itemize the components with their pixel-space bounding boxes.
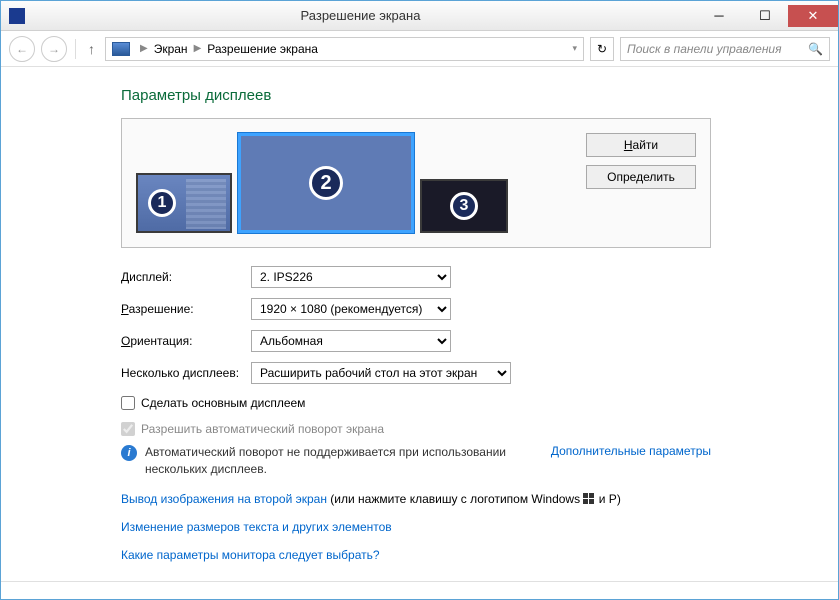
refresh-button[interactable]: ↻ bbox=[590, 37, 614, 61]
advanced-settings-link[interactable]: Дополнительные параметры bbox=[551, 444, 711, 458]
window-title: Разрешение экрана bbox=[25, 8, 696, 23]
windows-logo-icon bbox=[583, 493, 595, 505]
monitor-1[interactable]: 1 bbox=[136, 173, 232, 233]
orientation-select[interactable]: Альбомная bbox=[251, 330, 451, 352]
chevron-right-icon: ▶ bbox=[194, 43, 202, 54]
resolution-select[interactable]: 1920 × 1080 (рекомендуется) bbox=[251, 298, 451, 320]
make-primary-checkbox[interactable] bbox=[121, 396, 135, 410]
auto-rotate-checkbox bbox=[121, 422, 135, 436]
make-primary-label: Сделать основным дисплеем bbox=[141, 396, 305, 410]
project-tail: (или нажмите клавишу с логотипом Windows bbox=[327, 492, 583, 506]
display-label: Дисплей: bbox=[121, 270, 251, 284]
breadcrumb-item[interactable]: Разрешение экрана bbox=[207, 42, 318, 56]
identify-button[interactable]: Определить bbox=[586, 165, 696, 189]
display-icon bbox=[112, 42, 130, 56]
which-monitor-link[interactable]: Какие параметры монитора следует выбрать… bbox=[121, 548, 380, 562]
close-button[interactable]: ✕ bbox=[788, 5, 838, 27]
monitor-number: 2 bbox=[309, 166, 343, 200]
up-button[interactable]: ↑ bbox=[84, 41, 99, 57]
footer bbox=[1, 581, 838, 599]
page-heading: Параметры дисплеев bbox=[121, 87, 838, 104]
display-select[interactable]: 2. IPS226 bbox=[251, 266, 451, 288]
breadcrumb[interactable]: ▶ Экран ▶ Разрешение экрана ▾ bbox=[105, 37, 584, 61]
text-size-link[interactable]: Изменение размеров текста и других элеме… bbox=[121, 520, 392, 534]
info-message: Автоматический поворот не поддерживается… bbox=[145, 444, 543, 478]
chevron-right-icon: ▶ bbox=[140, 43, 148, 54]
monitor-3[interactable]: 3 bbox=[420, 179, 508, 233]
breadcrumb-item[interactable]: Экран bbox=[154, 42, 188, 56]
forward-button[interactable]: → bbox=[41, 36, 67, 62]
search-input[interactable] bbox=[627, 42, 808, 56]
monitor-2-selected[interactable]: 2 bbox=[238, 133, 414, 233]
orientation-label: Ориентация: bbox=[121, 334, 251, 348]
monitor-number: 3 bbox=[450, 192, 478, 220]
monitor-number: 1 bbox=[148, 189, 176, 217]
chevron-down-icon[interactable]: ▾ bbox=[572, 43, 577, 54]
project-tail-b: и P) bbox=[595, 492, 620, 506]
app-icon bbox=[9, 8, 25, 24]
multiple-displays-select[interactable]: Расширить рабочий стол на этот экран bbox=[251, 362, 511, 384]
detect-button[interactable]: Найти bbox=[586, 133, 696, 157]
back-button[interactable]: ← bbox=[9, 36, 35, 62]
project-link[interactable]: Вывод изображения на второй экран bbox=[121, 492, 327, 506]
minimize-button[interactable]: ─ bbox=[696, 5, 742, 27]
titlebar: Разрешение экрана ─ ☐ ✕ bbox=[1, 1, 838, 31]
resolution-label: Разрешение: bbox=[121, 302, 251, 316]
multiple-displays-label: Несколько дисплеев: bbox=[121, 366, 251, 380]
maximize-button[interactable]: ☐ bbox=[742, 5, 788, 27]
info-icon: i bbox=[121, 445, 137, 461]
search-icon: 🔍 bbox=[808, 42, 823, 56]
auto-rotate-label: Разрешить автоматический поворот экрана bbox=[141, 422, 384, 436]
navbar: ← → ↑ ▶ Экран ▶ Разрешение экрана ▾ ↻ 🔍 bbox=[1, 31, 838, 67]
content: Параметры дисплеев 1 2 3 Найти Определит… bbox=[1, 67, 838, 581]
display-arrangement-panel: 1 2 3 Найти Определить bbox=[121, 118, 711, 248]
search-box[interactable]: 🔍 bbox=[620, 37, 830, 61]
